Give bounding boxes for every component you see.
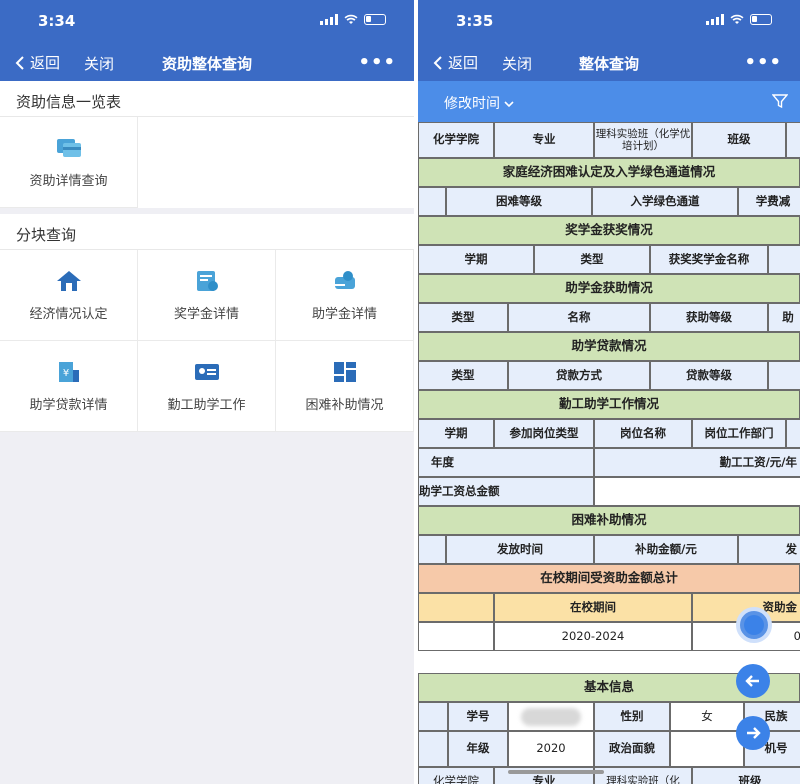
- grid-item-hardship[interactable]: 困难补助情况: [276, 341, 414, 432]
- grid-item-work-study[interactable]: 勤工助学工作: [138, 341, 276, 432]
- scroll-back-button[interactable]: [736, 664, 770, 698]
- battery-icon: [364, 14, 386, 25]
- scroll-forward-button[interactable]: [736, 716, 770, 750]
- status-icons: [706, 14, 772, 25]
- house-icon: [56, 270, 81, 291]
- filter-icon[interactable]: [772, 93, 788, 109]
- wifi-icon: [730, 14, 744, 24]
- grid-item-label: 助学贷款详情: [29, 397, 108, 413]
- sort-label: 修改时间: [444, 96, 500, 112]
- assist-dot-icon: [744, 615, 764, 635]
- floating-assist-button[interactable]: [736, 607, 772, 643]
- grid-item-scholarship[interactable]: 奖学金详情: [138, 250, 276, 341]
- table-row: 发放时间 补助金额/元 发: [418, 535, 800, 564]
- chevron-down-icon: [504, 101, 515, 108]
- table-row: 学期 参加岗位类型 岗位名称 岗位工作部门: [418, 419, 800, 448]
- table-section-header: 勤工助学工作情况: [418, 390, 800, 419]
- filter-bar: 修改时间: [418, 81, 800, 122]
- page-title: 资助整体查询: [161, 55, 252, 73]
- signal-icon: [706, 14, 724, 25]
- table-row: 化学学院 专业 理科实验班（化 班级: [418, 767, 800, 784]
- table-row: 助学工资总金额: [418, 477, 800, 506]
- table-row: 年度 勤工工资/元/年: [418, 448, 800, 477]
- hand-coin-icon: [334, 270, 355, 289]
- sort-dropdown[interactable]: 修改时间: [444, 93, 515, 113]
- grid-item-loan[interactable]: ¥ 助学贷款详情: [0, 341, 138, 432]
- table-row: 困难等级 入学绿色通道 学费减: [418, 187, 800, 216]
- grid-item-label: 勤工助学工作: [167, 397, 246, 413]
- table-section-header: 奖学金获奖情况: [418, 216, 800, 245]
- arrow-right-icon: [747, 727, 761, 739]
- table-row: 化学学院 专业 理科实验班（化学优培计划） 班级: [418, 122, 800, 158]
- status-icons: [320, 14, 386, 25]
- signal-icon: [320, 14, 338, 25]
- grid-item-grant[interactable]: 助学金详情: [276, 250, 414, 341]
- grid-item-label: 助学金详情: [311, 306, 377, 322]
- table-section-header: 家庭经济困难认定及入学绿色通道情况: [418, 158, 800, 187]
- block-grid: 经济情况认定 奖学金详情 助学金详情 ¥ 助学贷款详情 勤工助学工作 困难补助情…: [0, 250, 414, 432]
- grid-item-label: 奖学金详情: [173, 306, 239, 322]
- student-id-value: [508, 702, 594, 731]
- wifi-icon: [344, 14, 358, 24]
- nav-bar: 返回 关闭 资助整体查询 •••: [0, 44, 414, 81]
- arrow-left-icon: [745, 675, 759, 687]
- section-title-overview: 资助信息一览表: [0, 81, 414, 117]
- status-bar: 3:35: [418, 0, 800, 44]
- section-title-block: 分块查询: [0, 214, 414, 250]
- more-button[interactable]: •••: [358, 52, 396, 73]
- overview-grid: 资助详情查询: [0, 117, 414, 208]
- yen-building-icon: ¥: [58, 361, 79, 382]
- nav-bar: 返回 关闭 整体查询 •••: [418, 44, 800, 81]
- table-section-header: 困难补助情况: [418, 506, 800, 535]
- id-card-icon: [194, 363, 219, 380]
- battery-icon: [750, 14, 772, 25]
- status-time: 3:34: [38, 12, 76, 30]
- status-bar: 3:34: [0, 0, 414, 44]
- dashboard-icon: [333, 361, 356, 382]
- grid-item-label: 经济情况认定: [29, 306, 108, 322]
- page-title: 整体查询: [578, 55, 639, 73]
- grid-item-economic[interactable]: 经济情况认定: [0, 250, 138, 341]
- more-button[interactable]: •••: [744, 52, 782, 73]
- certificate-icon: [196, 270, 218, 291]
- table-row: 类型 贷款方式 贷款等级: [418, 361, 800, 390]
- grid-item-label: 困难补助情况: [305, 397, 384, 413]
- card-icon: [56, 138, 81, 157]
- table-section-header: 助学金获助情况: [418, 274, 800, 303]
- left-screen: 3:34 返回 关闭 资助整体查询 ••• 资助信息一览表 资助详情查询 分块查…: [0, 0, 414, 784]
- table-section-header: 在校期间受资助金额总计: [418, 564, 800, 593]
- right-screen: 3:35 返回 关闭 整体查询 ••• 修改时间 化学学院 专业 理科实验班（化…: [418, 0, 800, 784]
- table-section-header: 助学贷款情况: [418, 332, 800, 361]
- grid-item-funding-detail[interactable]: 资助详情查询: [0, 117, 138, 208]
- table-row: 学期 类型 获奖奖学金名称: [418, 245, 800, 274]
- home-indicator: [508, 770, 604, 774]
- grid-item-label: 资助详情查询: [29, 173, 108, 189]
- table-row: 类型 名称 获助等级 助: [418, 303, 800, 332]
- status-time: 3:35: [456, 12, 494, 30]
- svg-text:¥: ¥: [62, 368, 68, 379]
